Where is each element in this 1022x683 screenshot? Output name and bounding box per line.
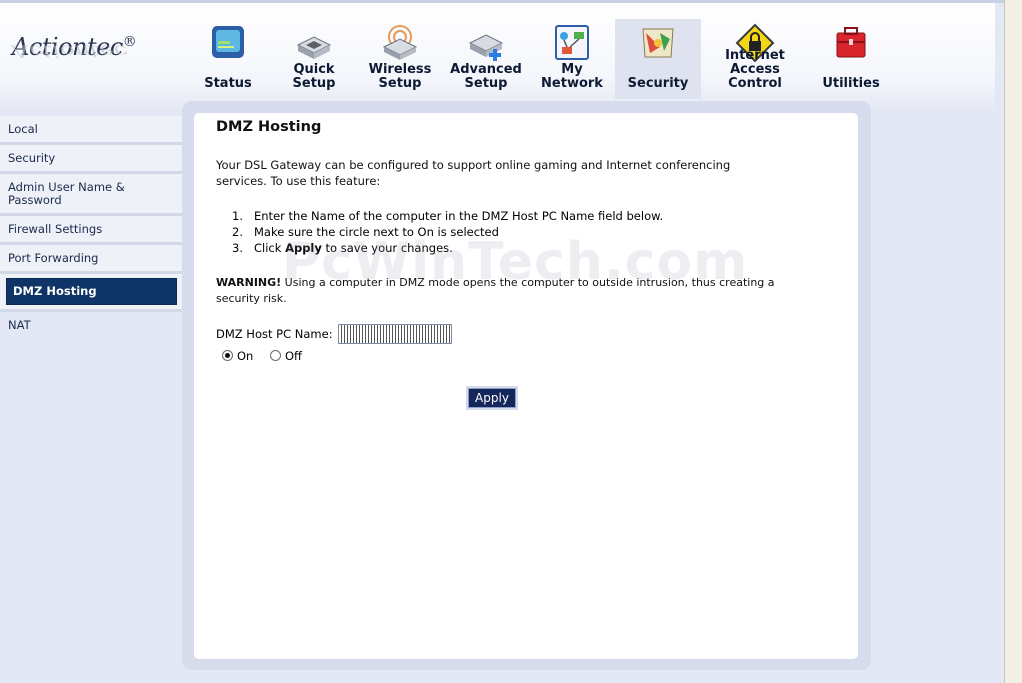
tab-status[interactable]: Status xyxy=(185,19,271,99)
radio-off[interactable]: Off xyxy=(270,349,302,363)
header: Actiontec® Actiontec Status Quick Setup … xyxy=(0,3,995,110)
tab-status-label: Status xyxy=(204,76,252,91)
step-number: 2. xyxy=(232,225,243,239)
sidebar-item-label: Port Forwarding xyxy=(8,251,99,265)
radio-on-label: On xyxy=(237,349,254,363)
apply-button[interactable]: Apply xyxy=(468,388,516,408)
tab-security-label: Security xyxy=(627,76,689,91)
router-page: Actiontec® Actiontec Status Quick Setup … xyxy=(0,0,1004,683)
tab-my-network[interactable]: My Network xyxy=(529,19,615,99)
sidebar: Local Security Admin User Name & Passwor… xyxy=(0,116,183,338)
actiontec-logo: Actiontec® Actiontec xyxy=(12,33,142,88)
step-number: 1. xyxy=(232,209,243,223)
step-apply-bold: Apply xyxy=(285,241,322,255)
toolbox-icon xyxy=(836,27,866,58)
wireless-router-icon xyxy=(382,25,418,60)
advanced-setup-router-icon xyxy=(468,34,504,61)
tab-quick-setup[interactable]: Quick Setup xyxy=(271,19,357,99)
tab-my-network-label: My Network xyxy=(541,62,603,91)
step-text: Enter the Name of the computer in the DM… xyxy=(254,209,664,223)
step-item: 3. Click Apply to save your changes. xyxy=(232,240,663,256)
tab-utilities-label: Utilities xyxy=(822,76,880,91)
tab-wireless-setup[interactable]: Wireless Setup xyxy=(357,19,443,99)
page-title: DMZ Hosting xyxy=(216,119,322,135)
step-text-end: to save your changes. xyxy=(321,241,453,255)
radio-off-indicator xyxy=(270,350,281,361)
sidebar-item-label: Security xyxy=(8,151,56,165)
warning-body: Using a computer in DMZ mode opens the c… xyxy=(216,276,775,305)
tab-security[interactable]: Security xyxy=(615,19,701,99)
step-item: 2. Make sure the circle next to On is sel… xyxy=(232,224,663,240)
sidebar-item-local[interactable]: Local xyxy=(0,116,183,145)
step-text: Make sure the circle next to On is selec… xyxy=(254,225,499,239)
sidebar-item-port-forwarding[interactable]: Port Forwarding xyxy=(0,245,183,274)
tab-wireless-setup-label: Wireless Setup xyxy=(368,62,432,91)
radio-on[interactable]: On xyxy=(222,349,253,363)
content-area: DMZ Hosting Your DSL Gateway can be conf… xyxy=(194,113,858,659)
sidebar-item-firewall-settings[interactable]: Firewall Settings xyxy=(0,216,183,245)
tab-quick-setup-label: Quick Setup xyxy=(292,62,336,91)
dmz-host-label: DMZ Host PC Name: xyxy=(216,327,333,341)
sidebar-item-label: Admin User Name & Password xyxy=(8,180,125,207)
warning-label: WARNING! xyxy=(216,276,282,289)
radio-off-label: Off xyxy=(285,349,302,363)
status-monitor-icon xyxy=(212,26,244,58)
tab-internet-access-control[interactable]: Internet Access Control xyxy=(702,19,808,99)
dmz-host-input[interactable] xyxy=(338,324,452,344)
sidebar-item-label: NAT xyxy=(8,318,31,332)
radio-on-indicator xyxy=(222,350,233,361)
sidebar-item-security[interactable]: Security xyxy=(0,145,183,174)
logo-reflection: Actiontec xyxy=(12,41,128,61)
quick-setup-router-icon xyxy=(296,36,332,59)
sidebar-item-nat[interactable]: NAT xyxy=(0,312,183,338)
content-panel: DMZ Hosting Your DSL Gateway can be conf… xyxy=(182,101,871,670)
step-item: 1. Enter the Name of the computer in the … xyxy=(232,208,663,224)
warning-text: WARNING! Using a computer in DMZ mode op… xyxy=(216,275,776,307)
network-diagram-icon xyxy=(555,25,589,60)
tab-advanced-setup-label: Advanced Setup xyxy=(450,62,522,91)
step-number: 3. xyxy=(232,241,243,255)
tab-utilities[interactable]: Utilities xyxy=(808,19,894,99)
tab-internet-access-control-label: Internet Access Control xyxy=(725,48,785,91)
sidebar-item-dmz-hosting[interactable]: DMZ Hosting xyxy=(0,274,183,312)
sidebar-item-label: Local xyxy=(8,122,38,136)
sidebar-item-label: DMZ Hosting xyxy=(6,278,177,305)
sidebar-item-label: Firewall Settings xyxy=(8,222,103,236)
step-text: Click xyxy=(254,241,286,255)
intro-text: Your DSL Gateway can be configured to su… xyxy=(216,158,731,188)
tab-advanced-setup[interactable]: Advanced Setup xyxy=(443,19,529,99)
vertical-scrollbar[interactable] xyxy=(1004,0,1022,683)
security-shield-icon xyxy=(642,28,674,58)
steps-list: 1. Enter the Name of the computer in the … xyxy=(232,208,663,256)
sidebar-item-admin-user-name[interactable]: Admin User Name & Password xyxy=(0,174,183,216)
